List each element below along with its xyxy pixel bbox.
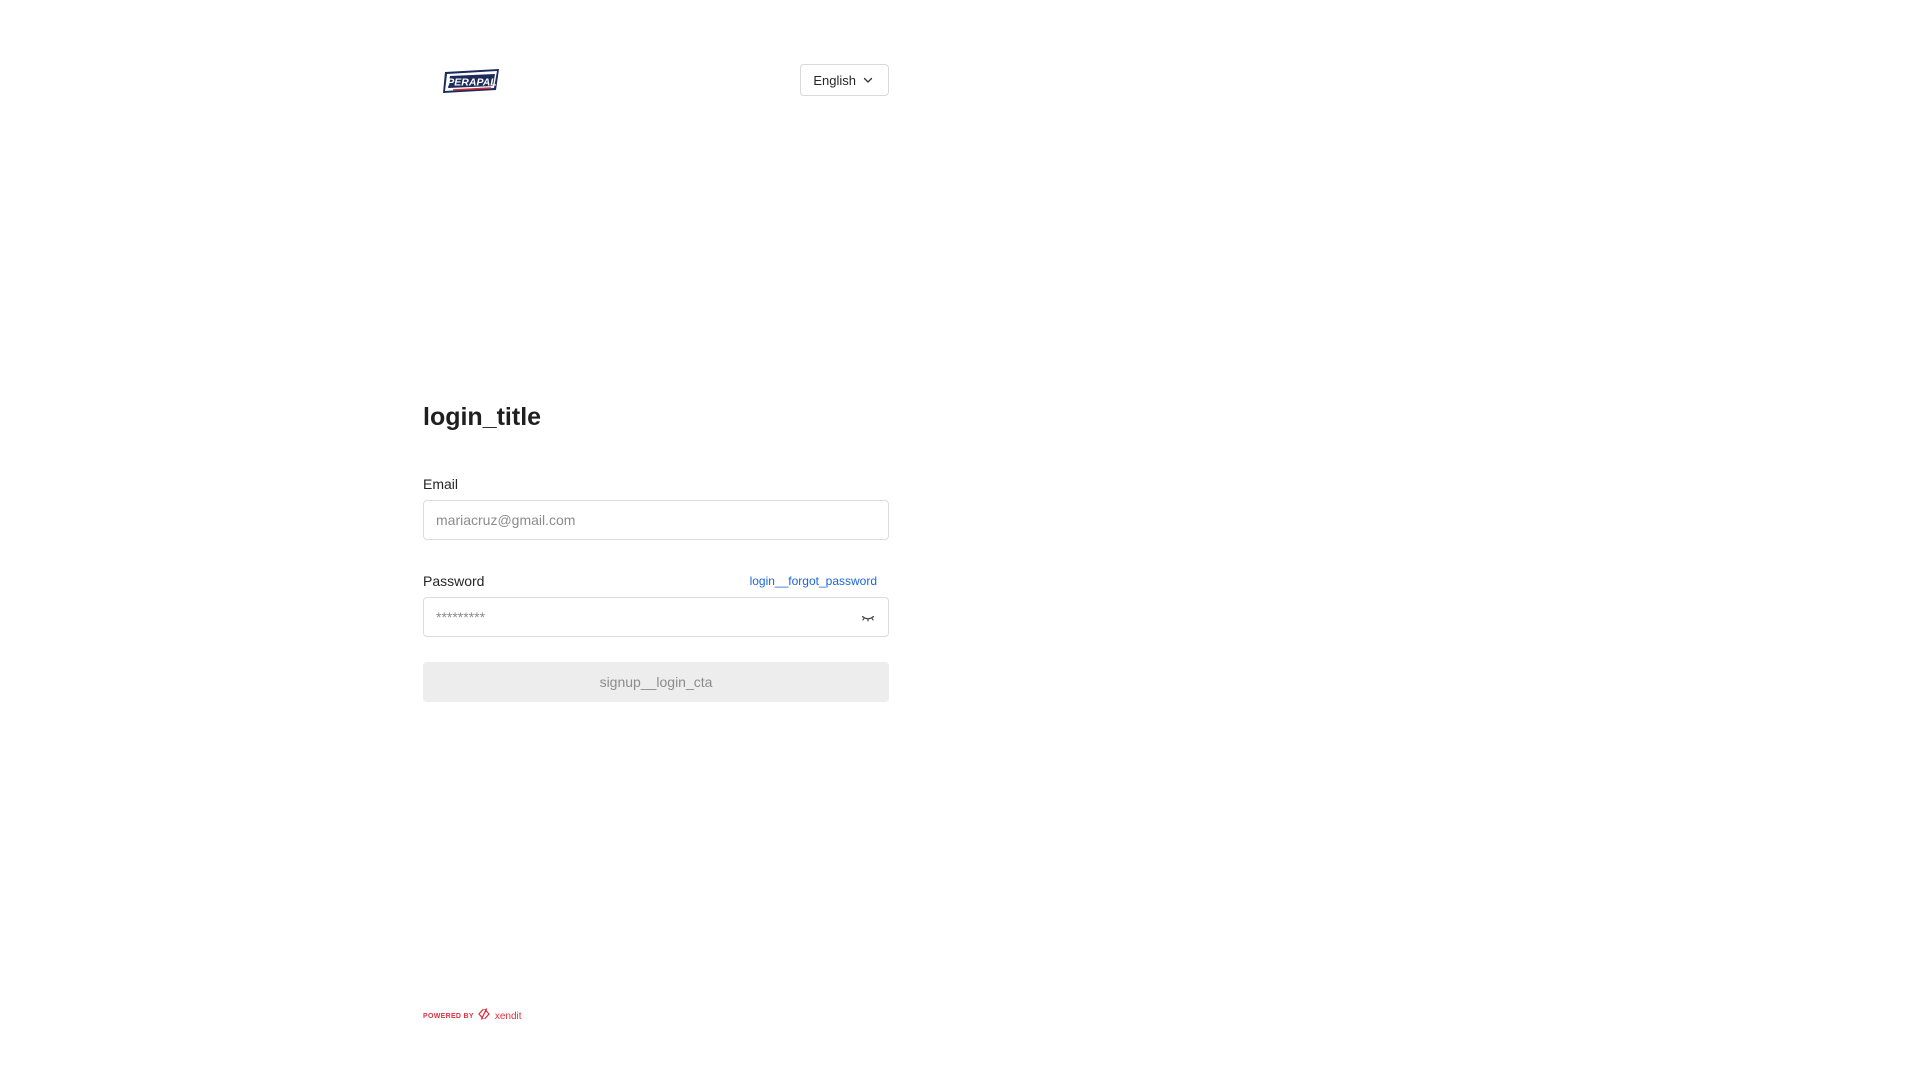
password-field-container xyxy=(423,597,889,637)
eye-closed-icon[interactable] xyxy=(860,610,876,626)
page-title: login_title xyxy=(423,403,542,431)
password-field[interactable] xyxy=(424,598,888,636)
xendit-logo-icon xyxy=(477,1007,491,1026)
password-label: Password xyxy=(423,573,485,589)
language-select[interactable]: English xyxy=(800,64,889,96)
chevron-down-icon xyxy=(862,74,874,86)
brand-logo-image: PERAPAL xyxy=(443,69,499,93)
brand-logo: PERAPAL xyxy=(441,66,503,96)
powered-by-label: POWERED BY xyxy=(423,1013,474,1020)
xendit-brand-name: xendit xyxy=(494,1011,522,1022)
svg-text:PERAPAL: PERAPAL xyxy=(447,77,496,89)
header: PERAPAL English xyxy=(423,64,889,98)
email-label: Email xyxy=(423,476,459,492)
login-button[interactable]: signup__login_cta xyxy=(423,662,889,702)
forgot-password-link[interactable]: login__forgot_password xyxy=(750,574,877,588)
language-selected: English xyxy=(813,72,856,88)
email-field[interactable] xyxy=(424,501,888,539)
login-column: PERAPAL English login_title Email Passwo… xyxy=(423,0,889,1080)
email-field-container xyxy=(423,500,889,540)
login-page: PERAPAL English login_title Email Passwo… xyxy=(0,0,1920,1080)
powered-by-xendit: POWERED BY xendit xyxy=(423,1007,522,1026)
